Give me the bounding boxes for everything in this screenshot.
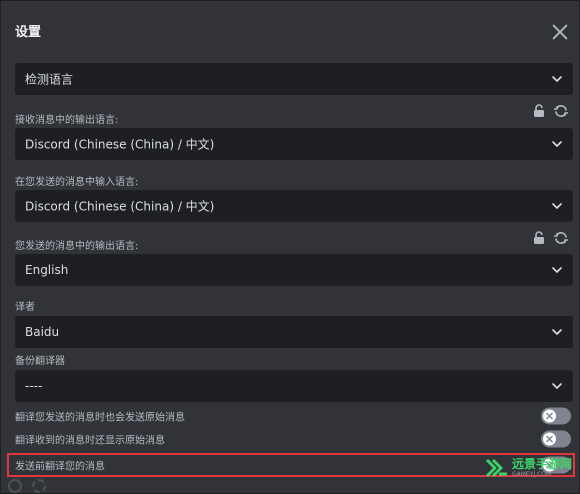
lock-icon[interactable] (531, 103, 547, 119)
sent-input-language-select[interactable]: Discord (Chinese (China) / 中文) (15, 190, 573, 222)
watermark-subtext: GAMEYJ.COM (512, 470, 552, 478)
headset-icon[interactable] (8, 479, 22, 493)
show-original-toggle[interactable] (541, 430, 571, 448)
sent-output-actions (531, 230, 569, 246)
chevron-down-icon (551, 73, 563, 85)
select-value: Discord (Chinese (China) / 中文) (25, 137, 215, 152)
toggle-row-show-original: 翻译收到的消息时还显示原始消息 (15, 428, 575, 450)
toggle-knob (543, 432, 556, 446)
x-icon (546, 412, 553, 420)
backup-translator-label: 备份翻译器 (15, 356, 65, 367)
select-value: Discord (Chinese (China) / 中文) (25, 199, 215, 214)
select-value: English (25, 263, 69, 277)
backup-translator-select[interactable]: ---- (15, 370, 573, 402)
close-button[interactable] (549, 21, 571, 43)
toggle-label: 翻译您发送的消息时也会发送原始消息 (15, 412, 185, 424)
sent-output-language-select[interactable]: English (15, 254, 573, 286)
select-value: Baidu (25, 325, 60, 339)
select-value: 检测语言 (25, 72, 74, 87)
watermark-text: 远景手游网 (512, 456, 573, 471)
received-output-language-label: 接收消息中的输出语言: (15, 115, 119, 126)
sent-output-language-label: 您发送的消息中的输出语言: (15, 241, 139, 252)
received-output-language-select[interactable]: Discord (Chinese (China) / 中文) (15, 128, 573, 160)
x-icon (546, 435, 553, 443)
close-icon (552, 24, 568, 40)
select-value: ---- (25, 379, 43, 393)
toggle-row-send-original: 翻译您发送的消息时也会发送原始消息 (15, 405, 575, 427)
chevron-down-icon (551, 264, 563, 276)
lock-icon[interactable] (531, 230, 547, 246)
swap-icon[interactable] (553, 230, 569, 246)
send-original-toggle[interactable] (541, 407, 571, 425)
translator-label: 译者 (15, 302, 35, 313)
watermark-logo (485, 458, 507, 478)
gear-icon[interactable] (32, 479, 46, 493)
dialog-title: 设置 (15, 25, 42, 40)
sent-input-language-label: 在您发送的消息中输入语言: (15, 177, 139, 188)
detect-language-select[interactable]: 检测语言 (15, 63, 573, 95)
toggle-label: 翻译收到的消息时还显示原始消息 (15, 435, 165, 447)
chevron-down-icon (551, 138, 563, 150)
chevron-down-icon (551, 380, 563, 392)
chevron-down-icon (551, 326, 563, 338)
settings-dialog: 设置 检测语言 接收消息中的输出语言: Discord (Chinese (Ch… (0, 0, 580, 494)
toggle-knob (543, 409, 556, 423)
watermark: 远景手游网 GAMEYJ.COM (485, 457, 572, 479)
translator-select[interactable]: Baidu (15, 316, 573, 348)
swap-icon[interactable] (553, 103, 569, 119)
chevron-down-icon (551, 200, 563, 212)
received-output-actions (531, 103, 569, 119)
